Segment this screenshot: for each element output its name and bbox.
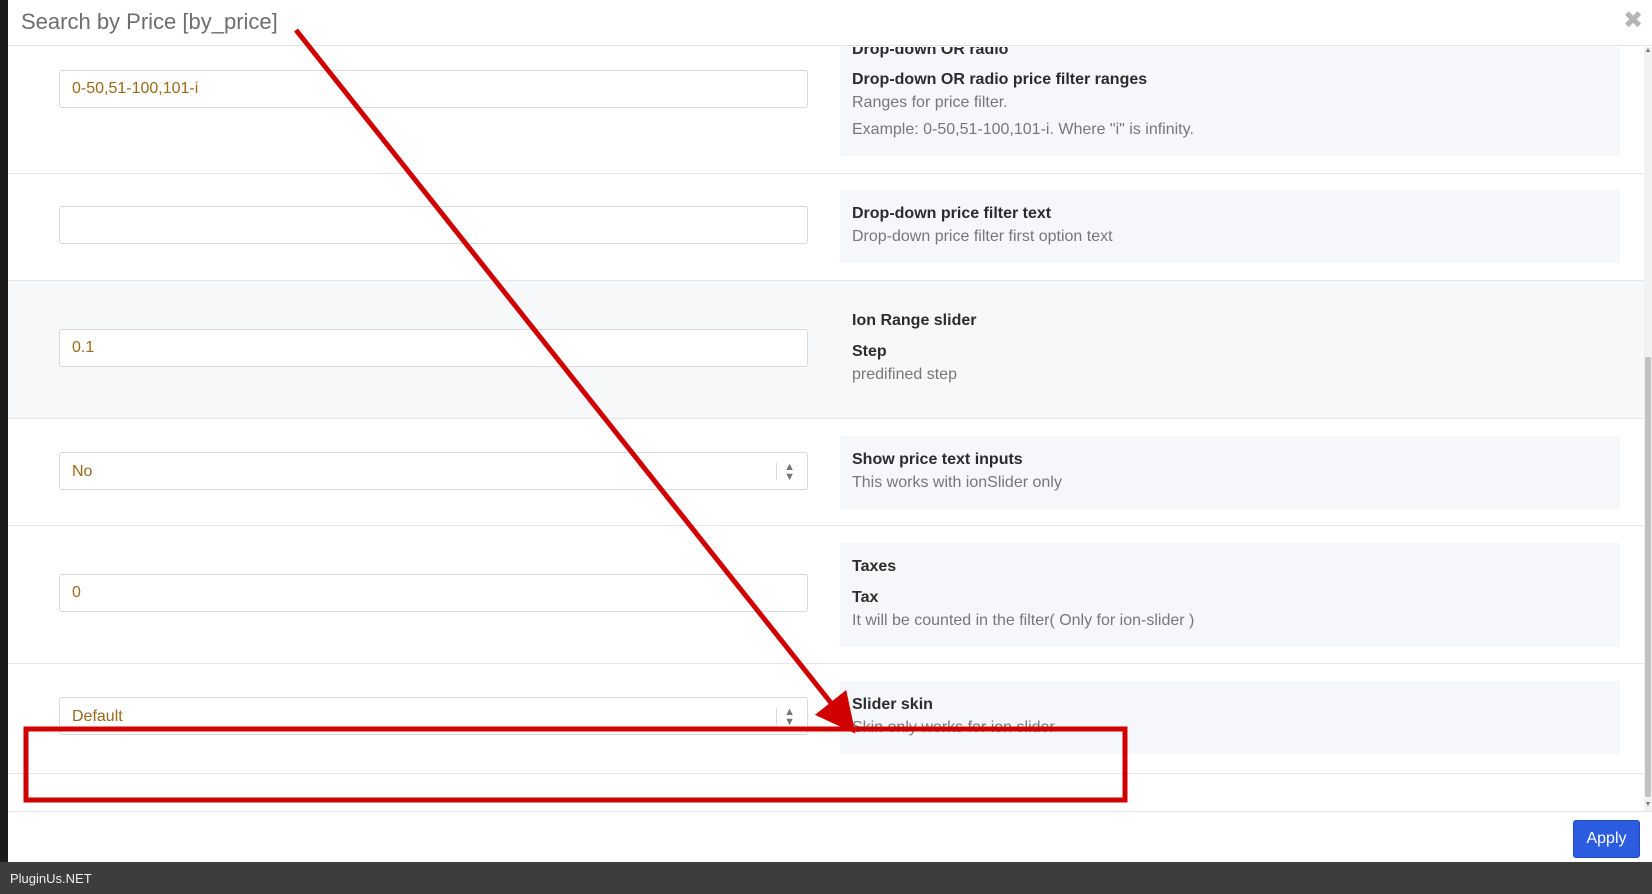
step-input[interactable] xyxy=(59,329,808,367)
brand-label: PluginUs.NET xyxy=(10,871,92,886)
section-title: Ion Range slider xyxy=(852,312,977,329)
option-title: Drop-down OR radio price filter ranges xyxy=(852,71,1148,88)
option-text: Ranges for price filter. xyxy=(852,94,1008,111)
select-separator xyxy=(776,708,777,725)
modal-header: Search by Price [by_price] ✖ xyxy=(8,0,1652,46)
close-icon[interactable]: ✖ xyxy=(1622,9,1644,33)
step-description: Ion Range slider Step predifined step xyxy=(840,281,1620,418)
page: Search by Price [by_price] ✖ Drop-down O… xyxy=(0,0,1652,894)
scroll-down-icon[interactable]: ▼ xyxy=(1644,801,1652,811)
option-title: Tax xyxy=(852,589,879,606)
select-value: Default xyxy=(72,708,123,725)
row-show-text-inputs: No ▲ ▼ Show price text inputs This works … xyxy=(8,419,1644,526)
modal-body: Drop-down OR radio Drop-down OR radio pr… xyxy=(8,47,1644,811)
option-text: Skin only works for ion slider xyxy=(852,719,1055,736)
tax-input[interactable] xyxy=(59,574,808,612)
select-separator xyxy=(776,463,777,480)
section-title: Drop-down OR radio xyxy=(852,47,1009,58)
slider-skin-description: Slider skin Skin only works for ion slid… xyxy=(840,681,1620,754)
option-example: Example: 0-50,51-100,101-i. Where "i" is… xyxy=(852,121,1194,138)
bottom-bar: PluginUs.NET xyxy=(0,862,1652,894)
updown-arrow-icon: ▲ ▼ xyxy=(784,461,795,483)
slider-skin-select[interactable]: Default ▲ ▼ xyxy=(59,697,808,735)
dropdown-text-input[interactable] xyxy=(59,206,808,244)
tax-description: Taxes Tax It will be counted in the filt… xyxy=(840,543,1620,647)
left-edge xyxy=(0,0,8,894)
option-title: Show price text inputs xyxy=(852,451,1023,468)
row-slider-skin: Default ▲ ▼ Slider skin Skin only works f… xyxy=(8,664,1644,774)
scroll-thumb[interactable] xyxy=(1645,357,1651,797)
row-tax: Taxes Tax It will be counted in the filt… xyxy=(8,526,1644,664)
show-text-inputs-select[interactable]: No ▲ ▼ xyxy=(59,452,808,490)
row-step: Ion Range slider Step predifined step xyxy=(8,281,1644,419)
scroll-up-icon[interactable]: ▲ xyxy=(1644,47,1652,57)
price-ranges-input[interactable] xyxy=(59,70,808,108)
option-title: Drop-down price filter text xyxy=(852,205,1052,222)
option-text: Drop-down price filter first option text xyxy=(852,228,1113,245)
settings-modal: Search by Price [by_price] ✖ Drop-down O… xyxy=(8,0,1652,862)
modal-footer: Apply xyxy=(8,811,1652,862)
row-dropdown-text: Drop-down price filter text Drop-down pr… xyxy=(8,174,1644,281)
modal-title: Search by Price [by_price] xyxy=(21,9,278,34)
updown-arrow-icon: ▲ ▼ xyxy=(784,706,795,728)
row-price-ranges: Drop-down OR radio Drop-down OR radio pr… xyxy=(8,47,1644,174)
apply-button[interactable]: Apply xyxy=(1573,820,1640,858)
option-title: Slider skin xyxy=(852,696,933,713)
vertical-scrollbar[interactable]: ▲ ▼ xyxy=(1644,47,1652,811)
option-text: predifined step xyxy=(852,366,957,383)
option-text: This works with ionSlider only xyxy=(852,474,1062,491)
dropdown-text-description: Drop-down price filter text Drop-down pr… xyxy=(840,190,1620,263)
show-text-inputs-description: Show price text inputs This works with i… xyxy=(840,436,1620,509)
section-title: Taxes xyxy=(852,558,897,575)
select-value: No xyxy=(72,463,93,480)
option-title: Step xyxy=(852,343,887,360)
option-text: It will be counted in the filter( Only f… xyxy=(852,612,1195,629)
price-ranges-description: Drop-down OR radio Drop-down OR radio pr… xyxy=(840,47,1620,156)
